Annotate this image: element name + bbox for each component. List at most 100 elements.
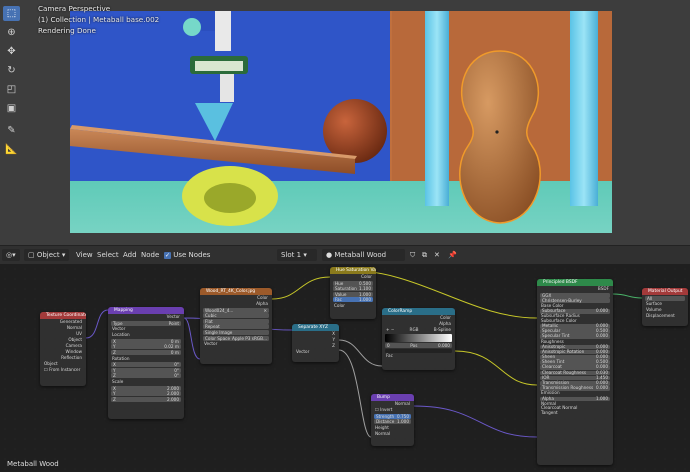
node-title: Wood_RT_4K_Color.jpg — [200, 288, 272, 295]
slot-dropdown[interactable]: Slot 1 ▾ — [277, 249, 317, 261]
transform-tool-icon[interactable]: ▣ — [3, 101, 20, 116]
move-tool-icon[interactable]: ✥ — [3, 44, 20, 59]
mapping-type-dropdown[interactable]: Type Point — [111, 320, 181, 326]
editor-type-dropdown[interactable]: ◎▾ — [2, 249, 20, 261]
value-field[interactable]: Value 1.000 — [333, 291, 373, 297]
color-space-dropdown[interactable]: Color Space Apple P3 sRGB... — [203, 335, 269, 341]
invert-checkbox[interactable]: ☐ Invert — [371, 407, 414, 413]
scale-y-field[interactable]: Y 2.000 — [111, 391, 181, 397]
bsdf-input-roughness[interactable]: Roughness — [537, 339, 613, 345]
input-displacement[interactable]: Displacement — [642, 313, 688, 319]
ramp-interp-dropdown[interactable]: B-Spline — [434, 327, 451, 333]
input-vector[interactable]: Vector — [292, 349, 339, 355]
node-title: Texture Coordinate — [40, 312, 86, 319]
projection-dropdown[interactable]: Flat — [203, 318, 269, 324]
extension-dropdown[interactable]: Repeat — [203, 324, 269, 330]
color-ramp-gradient[interactable] — [385, 334, 452, 342]
node-title: Principled BSDF — [537, 279, 613, 286]
menu-node[interactable]: Node — [141, 249, 159, 261]
cursor-tool-icon[interactable]: ⊕ — [3, 25, 20, 40]
bsdf-input-emission[interactable]: Emission — [537, 391, 613, 396]
status-label: Rendering Done — [38, 26, 96, 35]
image-file-selector[interactable]: Wood024_4... ✕ — [203, 307, 269, 313]
node-principled-bsdf[interactable]: Principled BSDF BSDF GGX Christensen-Bur… — [537, 279, 613, 465]
ramp-stop-color-swatch[interactable] — [385, 348, 452, 353]
location-z-field[interactable]: Z0 m — [111, 349, 181, 355]
slot-label: Slot 1 — [281, 251, 302, 259]
bsdf-input-subsurface-color[interactable]: Subsurface Color — [537, 318, 613, 324]
distance-field[interactable]: Distance 1.000 — [374, 419, 411, 425]
menu-select[interactable]: Select — [97, 249, 119, 261]
select-box-tool-icon[interactable]: ⬚ — [3, 6, 20, 21]
node-texture-coordinate[interactable]: Texture Coordinate Generated Normal UV O… — [40, 312, 86, 386]
source-dropdown[interactable]: Single Image — [203, 329, 269, 335]
rendered-scene — [70, 11, 612, 233]
node-title: Material Output — [642, 288, 688, 295]
ramp-stop-fields[interactable]: 0 Pos 0.000 — [385, 343, 452, 348]
rotation-label: Rotation — [112, 355, 130, 361]
hue-field[interactable]: Hue 0.500 — [333, 280, 373, 286]
output-color[interactable]: Color — [330, 274, 376, 280]
use-nodes-toggle[interactable]: ✓ Use Nodes — [164, 249, 210, 261]
scale-x-field[interactable]: X 2.000 — [111, 385, 181, 391]
invert-label: Invert — [380, 407, 393, 412]
interpolation-dropdown[interactable]: Cubic — [203, 313, 269, 319]
input-vector[interactable]: Vector — [200, 341, 272, 347]
material-selector[interactable]: ● Metaball Wood — [322, 249, 405, 261]
node-editor-canvas[interactable]: Texture Coordinate Generated Normal UV O… — [0, 264, 690, 472]
rotation-x-field[interactable]: X 0° — [111, 362, 181, 368]
menu-view[interactable]: View — [76, 249, 93, 261]
node-colorramp[interactable]: ColorRamp Color Alpha + − RGB B-Spline 0… — [382, 308, 455, 370]
duplicate-icon[interactable]: ⧉ — [422, 249, 427, 261]
ramp-mode-dropdown[interactable]: RGB — [410, 327, 419, 333]
annotate-tool-icon[interactable]: ✎ — [3, 123, 20, 138]
distribution-dropdown[interactable]: GGX — [540, 292, 610, 298]
render-view[interactable] — [70, 11, 612, 233]
close-icon: ✕ — [263, 307, 267, 313]
scale-tool-icon[interactable]: ◰ — [3, 82, 20, 97]
node-image-texture[interactable]: Wood_RT_4K_Color.jpg Color Alpha Wood024… — [200, 288, 272, 364]
rotation-z-field[interactable]: Z 0° — [111, 373, 181, 379]
node-editor-header: ◎▾ ▢ Object ▾ View Select Add Node ✓ Use… — [0, 245, 690, 265]
object-mode-dropdown[interactable]: ▢ Object ▾ — [24, 249, 69, 261]
rotate-tool-icon[interactable]: ↻ — [3, 63, 20, 78]
saturation-field[interactable]: Saturation 1.100 — [333, 286, 373, 292]
bsdf-input-tangent[interactable]: Tangent — [537, 410, 613, 416]
add-stop-icon[interactable]: + − — [386, 327, 394, 333]
node-title: Hue Saturation Value — [330, 267, 376, 274]
location-label: Location — [112, 332, 130, 338]
fac-field[interactable]: Fac 1.000 — [333, 297, 373, 303]
output-target-dropdown[interactable]: All — [645, 295, 685, 301]
unlink-x-icon[interactable]: ✕ — [434, 249, 440, 261]
node-material-output[interactable]: Material Output All Surface Volume Displ… — [642, 288, 688, 326]
menu-add[interactable]: Add — [123, 249, 137, 261]
input-color[interactable]: Color — [330, 303, 376, 309]
strength-field[interactable]: Strength 0.750 — [374, 413, 411, 419]
input-normal[interactable]: Normal — [371, 431, 414, 437]
output-vector[interactable]: Vector — [108, 314, 184, 320]
node-mapping[interactable]: Mapping Vector Type Point Vector Location… — [108, 307, 184, 419]
node-bump[interactable]: Bump Normal ☐ Invert Strength 0.750 Dista… — [371, 394, 414, 446]
scale-z-field[interactable]: Z 2.000 — [111, 396, 181, 402]
location-y-field[interactable]: Y 0.02 m — [111, 344, 181, 350]
node-hue-saturation-value[interactable]: Hue Saturation Value Color Hue0.500 Satu… — [330, 267, 376, 319]
bsdf-input-base-color[interactable]: Base Color — [537, 303, 613, 309]
output-alpha[interactable]: Alpha — [200, 301, 272, 307]
from-instancer-checkbox[interactable]: ☐ From Instancer — [40, 367, 86, 373]
measure-tool-icon[interactable]: 📐 — [3, 142, 20, 157]
input-fac[interactable]: Fac — [382, 353, 455, 359]
node-editor-icon: ◎▾ — [6, 251, 16, 259]
3d-viewport[interactable]: ⬚ ⊕ ✥ ↻ ◰ ▣ ✎ 📐 Camera Perspective (1) C… — [0, 0, 690, 245]
node-title: Separate XYZ — [292, 324, 339, 331]
rotation-y-field[interactable]: Y 0° — [111, 367, 181, 373]
node-title: Mapping — [108, 307, 184, 314]
output-bsdf[interactable]: BSDF — [537, 286, 613, 292]
object-mode-label: Object — [36, 251, 60, 259]
fake-user-shield-icon[interactable]: ⛉ — [410, 249, 415, 261]
pin-icon[interactable]: 📌 — [448, 249, 457, 261]
location-x-field[interactable]: X0 m — [111, 338, 181, 344]
node-title: Bump — [371, 394, 414, 401]
ramp-controls: + − RGB B-Spline — [382, 327, 455, 333]
node-separate-xyz[interactable]: Separate XYZ X Y Z Vector — [292, 324, 339, 362]
type-value: Point — [168, 320, 179, 326]
